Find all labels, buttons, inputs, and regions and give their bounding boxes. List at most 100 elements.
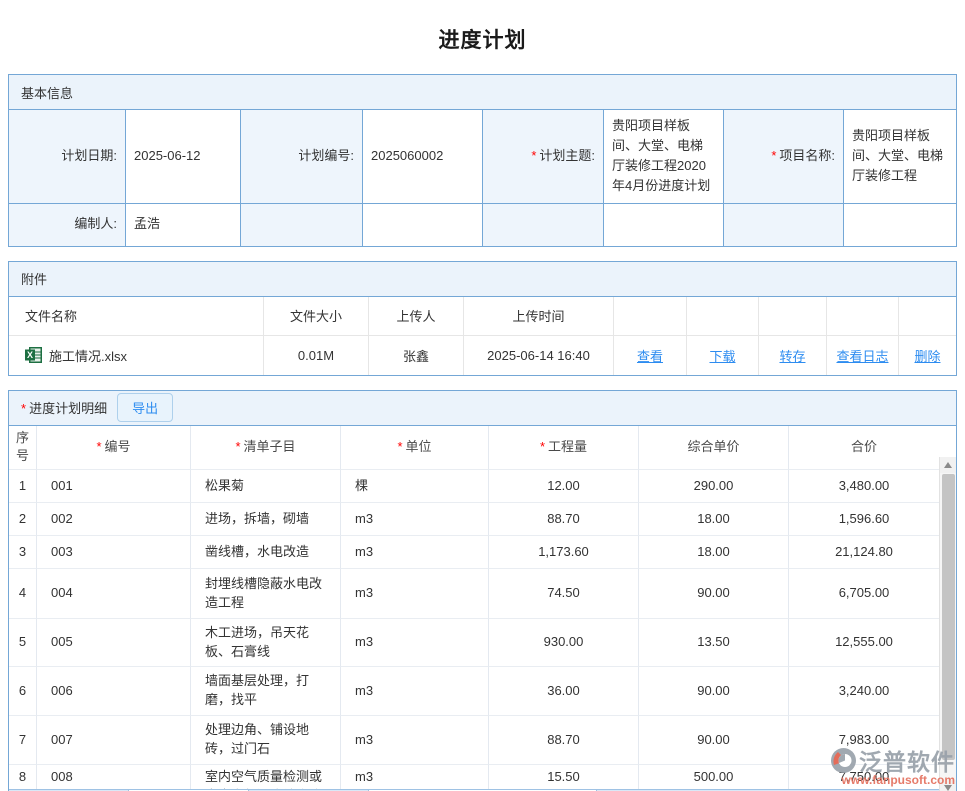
row-unit-price: 18.00	[639, 536, 789, 569]
col-empty	[899, 297, 956, 336]
col-empty	[827, 297, 899, 336]
scroll-down-arrow-icon[interactable]	[940, 780, 956, 791]
table-row: 8 008 室内空气质量检测或室内空气污染综合治理； m3 15.50 500.…	[9, 765, 939, 791]
col-empty	[759, 297, 827, 336]
row-unit-price: 500.00	[639, 765, 789, 791]
delete-link[interactable]: 删除	[914, 346, 940, 365]
row-seq: 1	[9, 470, 37, 503]
attachment-file-cell: X 施工情况.xlsx	[9, 336, 264, 375]
download-link[interactable]: 下载	[709, 346, 735, 365]
vertical-scrollbar[interactable]	[939, 457, 956, 791]
col-total: 合价	[789, 426, 939, 471]
author-value: 孟浩	[126, 204, 241, 246]
row-total: 3,480.00	[789, 470, 939, 503]
plan-number-value: 2025060002	[363, 110, 483, 204]
detail-title: 进度计划明细	[29, 401, 107, 416]
scroll-up-arrow-icon[interactable]	[940, 457, 956, 473]
page-title: 进度计划	[0, 0, 965, 54]
export-button[interactable]: 导出	[117, 393, 173, 422]
scrollbar-thumb[interactable]	[942, 474, 955, 760]
col-empty	[687, 297, 759, 336]
empty-value-cell	[844, 204, 956, 246]
empty-label-cell	[241, 204, 363, 246]
basic-info-title: 基本信息	[21, 83, 73, 102]
plan-date-value: 2025-06-12	[126, 110, 241, 204]
required-asterisk: *	[21, 401, 26, 416]
row-total: 1,596.60	[789, 503, 939, 536]
row-quantity: 74.50	[489, 569, 639, 619]
attachment-upload-time: 2025-06-14 16:40	[464, 336, 614, 375]
row-unit-price: 90.00	[639, 716, 789, 765]
attachments-header: 附件	[9, 262, 956, 297]
save-as-link[interactable]: 转存	[779, 346, 805, 365]
row-unit-price: 90.00	[639, 667, 789, 716]
row-code: 001	[37, 470, 191, 503]
row-unit: m3	[341, 716, 489, 765]
empty-value-cell	[363, 204, 483, 246]
col-code: *编号	[37, 426, 191, 471]
row-seq: 6	[9, 667, 37, 716]
empty-label-cell	[724, 204, 844, 246]
attachments-title: 附件	[21, 269, 47, 288]
row-item: 松果菊	[191, 470, 341, 503]
row-code: 002	[37, 503, 191, 536]
row-seq: 3	[9, 536, 37, 569]
row-unit: m3	[341, 765, 489, 791]
attachments-column-headers: 文件名称 文件大小 上传人 上传时间	[9, 297, 956, 336]
row-quantity: 15.50	[489, 765, 639, 791]
plan-subject-label: *计划主题:	[483, 110, 604, 204]
row-seq: 4	[9, 569, 37, 619]
basic-info-section: 基本信息 计划日期: 2025-06-12 计划编号: 2025060002 *…	[8, 74, 957, 247]
col-file-name: 文件名称	[9, 297, 264, 336]
basic-info-header: 基本信息	[9, 75, 956, 110]
col-quantity: *工程量	[489, 426, 639, 471]
project-name-label: *项目名称:	[724, 110, 844, 204]
row-unit: m3	[341, 619, 489, 667]
row-code: 004	[37, 569, 191, 619]
view-link[interactable]: 查看	[637, 346, 663, 365]
row-quantity: 1,173.60	[489, 536, 639, 569]
detail-section: *进度计划明细 导出 序号 *编号 *清单子目 *单位 *工程量 综合单价 合价…	[8, 390, 957, 791]
basic-info-row-2: 编制人: 孟浩	[9, 204, 956, 246]
project-name-value: 贵阳项目样板间、大堂、电梯厅装修工程	[844, 110, 956, 204]
row-code: 007	[37, 716, 191, 765]
required-asterisk: *	[531, 146, 536, 166]
table-row: 6 006 墙面基层处理，打磨，找平 m3 36.00 90.00 3,240.…	[9, 667, 939, 716]
col-upload-time: 上传时间	[464, 297, 614, 336]
detail-column-headers: 序号 *编号 *清单子目 *单位 *工程量 综合单价 合价	[9, 426, 939, 471]
row-quantity: 88.70	[489, 716, 639, 765]
row-seq: 2	[9, 503, 37, 536]
row-total: 12,555.00	[789, 619, 939, 667]
row-seq: 5	[9, 619, 37, 667]
svg-text:X: X	[27, 350, 33, 360]
row-unit: m3	[341, 667, 489, 716]
attachment-file-name: 施工情况.xlsx	[49, 346, 127, 365]
row-quantity: 930.00	[489, 619, 639, 667]
col-uploader: 上传人	[369, 297, 464, 336]
row-quantity: 88.70	[489, 503, 639, 536]
row-unit: m3	[341, 536, 489, 569]
row-code: 006	[37, 667, 191, 716]
plan-number-label: 计划编号:	[241, 110, 363, 204]
row-code: 003	[37, 536, 191, 569]
row-total: 21,124.80	[789, 536, 939, 569]
col-unit: *单位	[341, 426, 489, 471]
col-seq: 序号	[9, 426, 37, 471]
table-row: 4 004 封埋线槽隐蔽水电改造工程 m3 74.50 90.00 6,705.…	[9, 569, 939, 619]
table-row: 1 001 松果菊 棵 12.00 290.00 3,480.00	[9, 470, 939, 503]
row-total: 3,240.00	[789, 667, 939, 716]
row-code: 008	[37, 765, 191, 791]
view-log-link[interactable]: 查看日志	[836, 346, 888, 365]
table-row: 2 002 进场，拆墙，砌墙 m3 88.70 18.00 1,596.60	[9, 503, 939, 536]
basic-info-row-1: 计划日期: 2025-06-12 计划编号: 2025060002 *计划主题:…	[9, 110, 956, 204]
attachment-uploader: 张鑫	[369, 336, 464, 375]
row-item: 室内空气质量检测或室内空气污染综合治理；	[191, 765, 341, 791]
attachment-file-size: 0.01M	[264, 336, 369, 375]
empty-label-cell	[483, 204, 604, 246]
empty-value-cell	[604, 204, 724, 246]
row-seq: 8	[9, 765, 37, 791]
row-item: 凿线槽，水电改造	[191, 536, 341, 569]
col-unit-price: 综合单价	[639, 426, 789, 471]
table-row: 3 003 凿线槽，水电改造 m3 1,173.60 18.00 21,124.…	[9, 536, 939, 569]
row-item: 木工进场，吊天花板、石膏线	[191, 619, 341, 667]
